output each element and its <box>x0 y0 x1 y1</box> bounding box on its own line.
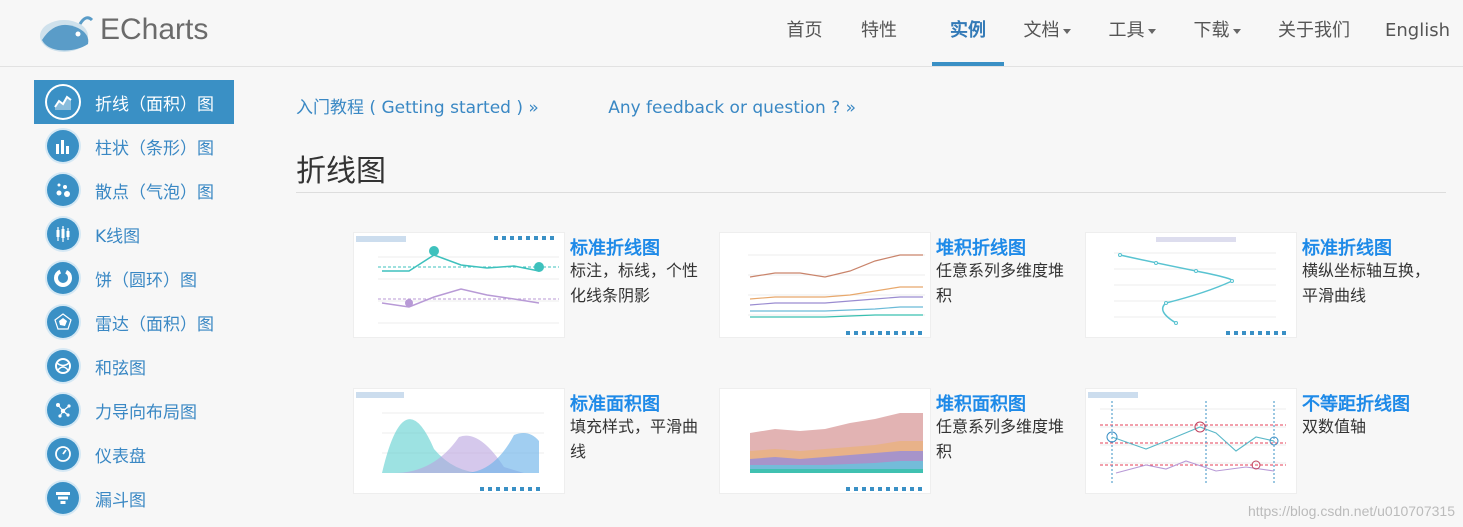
card-title[interactable]: 标准折线图 <box>570 234 660 260</box>
card-title[interactable]: 标准折线图 <box>1302 234 1392 260</box>
sidebar-item-label: 折线（面积）图 <box>95 94 214 115</box>
card-description: 任意系列多维度堆积 <box>936 417 1065 461</box>
sidebar-item-label: 仪表盘 <box>95 446 146 467</box>
example-card[interactable]: 标准折线图 标注，标线，个性化线条阴影 <box>353 232 713 342</box>
getting-started-link[interactable]: 入门教程 ( Getting started ) » <box>296 98 539 118</box>
echarts-logo-icon[interactable] <box>38 10 94 54</box>
sidebar-item-line[interactable]: 折线（面积）图 <box>34 80 234 124</box>
nav-docs[interactable]: 文档 <box>1022 0 1072 66</box>
watermark: https://blog.csdn.net/u010707315 <box>1247 503 1455 519</box>
top-navbar: ECharts 首页 特性 实例 文档 工具 下载 关于我们 English <box>0 0 1463 67</box>
chart-thumbnail[interactable] <box>353 232 565 338</box>
sidebar-item-label: 雷达（面积）图 <box>95 314 214 335</box>
example-card[interactable]: 不等距折线图 双数值轴 <box>1085 388 1445 498</box>
radar-chart-icon <box>47 306 79 338</box>
nav-home[interactable]: 首页 <box>776 0 833 66</box>
nav-english[interactable]: English <box>1385 0 1450 66</box>
sidebar-item-force[interactable]: 力导向布局图 <box>34 388 234 432</box>
chevron-down-icon <box>1147 28 1156 34</box>
sidebar-item-funnel[interactable]: 漏斗图 <box>34 476 234 520</box>
force-graph-icon <box>47 394 79 426</box>
chart-thumbnail[interactable] <box>1085 232 1297 338</box>
sidebar-item-label: 漏斗图 <box>95 490 146 511</box>
card-description: 标注，标线，个性化线条阴影 <box>570 261 699 305</box>
chart-thumbnail[interactable] <box>719 388 931 494</box>
card-description: 填充样式，平滑曲线 <box>570 417 699 461</box>
line-chart-icon <box>47 86 79 118</box>
nav-examples[interactable]: 实例 <box>932 0 1004 66</box>
sidebar-item-label: K线图 <box>95 226 141 247</box>
feedback-link[interactable]: Any feedback or question ? » <box>608 98 856 118</box>
chart-thumbnail[interactable] <box>353 388 565 494</box>
scatter-chart-icon <box>47 174 79 206</box>
candlestick-icon <box>47 218 79 250</box>
chevron-down-icon <box>1062 28 1071 34</box>
card-description: 任意系列多维度堆积 <box>936 261 1065 305</box>
card-title[interactable]: 不等距折线图 <box>1302 390 1410 416</box>
example-card[interactable]: 堆积面积图 任意系列多维度堆积 <box>719 388 1079 498</box>
card-description: 双数值轴 <box>1302 417 1367 436</box>
nav-tools[interactable]: 工具 <box>1107 0 1157 66</box>
brand-name[interactable]: ECharts <box>100 13 208 47</box>
sidebar-item-label: 散点（气泡）图 <box>95 182 214 203</box>
sidebar-item-scatter[interactable]: 散点（气泡）图 <box>34 168 234 212</box>
card-description: 横纵坐标轴互换，平滑曲线 <box>1302 261 1431 305</box>
nav-about[interactable]: 关于我们 <box>1277 0 1351 66</box>
example-card[interactable]: 堆积折线图 任意系列多维度堆积 <box>719 232 1079 342</box>
sidebar-item-kline[interactable]: K线图 <box>34 212 234 256</box>
card-title[interactable]: 堆积面积图 <box>936 390 1026 416</box>
sidebar-item-label: 和弦图 <box>95 358 146 379</box>
sidebar-item-label: 饼（圆环）图 <box>95 270 197 291</box>
pie-chart-icon <box>47 262 79 294</box>
sidebar-item-label: 力导向布局图 <box>95 402 197 423</box>
sidebar-item-chord[interactable]: 和弦图 <box>34 344 234 388</box>
nav-download[interactable]: 下载 <box>1192 0 1242 66</box>
sidebar: 折线（面积）图 柱状（条形）图 散点（气泡）图 K线图 饼（圆环）图 雷达（面积… <box>34 80 234 520</box>
page-title: 折线图 <box>296 154 386 189</box>
chevron-down-icon <box>1232 28 1241 34</box>
sidebar-item-gauge[interactable]: 仪表盘 <box>34 432 234 476</box>
chord-chart-icon <box>47 350 79 382</box>
example-card[interactable]: 标准折线图 横纵坐标轴互换，平滑曲线 <box>1085 232 1445 342</box>
intro-links: 入门教程 ( Getting started ) » Any feedback … <box>296 93 920 118</box>
bar-chart-icon <box>47 130 79 162</box>
sidebar-item-radar[interactable]: 雷达（面积）图 <box>34 300 234 344</box>
nav-features[interactable]: 特性 <box>860 0 898 66</box>
divider <box>296 192 1446 193</box>
sidebar-item-label: 柱状（条形）图 <box>95 138 214 159</box>
sidebar-item-bar[interactable]: 柱状（条形）图 <box>34 124 234 168</box>
gauge-icon <box>47 438 79 470</box>
card-title[interactable]: 标准面积图 <box>570 390 660 416</box>
sidebar-item-pie[interactable]: 饼（圆环）图 <box>34 256 234 300</box>
example-card[interactable]: 标准面积图 填充样式，平滑曲线 <box>353 388 713 498</box>
chart-thumbnail[interactable] <box>719 232 931 338</box>
main-nav: 首页 特性 实例 文档 工具 下载 关于我们 English <box>776 0 1463 66</box>
funnel-chart-icon <box>47 482 79 514</box>
card-title[interactable]: 堆积折线图 <box>936 234 1026 260</box>
chart-thumbnail[interactable] <box>1085 388 1297 494</box>
